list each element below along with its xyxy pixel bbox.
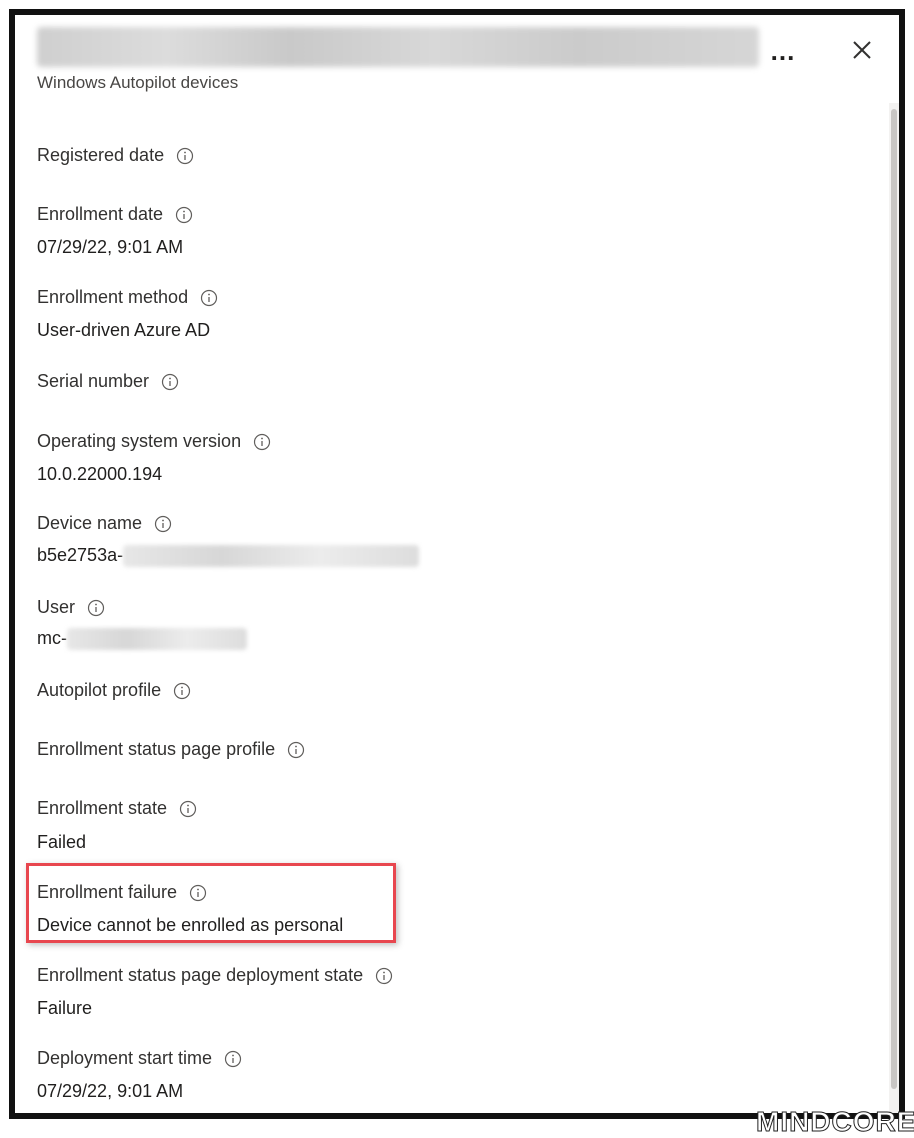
field-label: Enrollment method: [37, 287, 189, 307]
field-value: Failure: [37, 998, 93, 1018]
field-esp-deployment-state: Enrollment status page deployment state: [37, 965, 393, 986]
field-label: Serial number: [37, 371, 150, 391]
field-label: User: [37, 597, 76, 617]
field-value: 07/29/22, 9:01 AM: [37, 1081, 184, 1101]
info-icon[interactable]: [87, 599, 105, 617]
info-icon[interactable]: [200, 289, 218, 307]
field-value: User-driven Azure AD: [37, 320, 211, 340]
redacted-text: [67, 628, 247, 651]
info-icon[interactable]: [179, 800, 197, 818]
field-enrollment-date: Enrollment date: [37, 204, 193, 225]
field-registered-date: Registered date: [37, 145, 194, 166]
info-icon[interactable]: [375, 967, 393, 985]
info-icon[interactable]: [175, 206, 193, 224]
field-label: Autopilot profile: [37, 680, 162, 700]
field-value: 10.0.22000.194: [37, 464, 163, 484]
details-panel: ... Windows Autopilot devices Registered…: [9, 9, 905, 1119]
device-name-visible: b5e2753a-: [37, 545, 124, 565]
field-os-version: Operating system version: [37, 431, 271, 452]
info-icon[interactable]: [161, 373, 179, 391]
info-icon[interactable]: [154, 515, 172, 533]
info-icon[interactable]: [224, 1050, 242, 1068]
field-label: Enrollment date: [37, 204, 164, 224]
user-visible: mc-: [37, 628, 67, 648]
device-properties: Registered date Enrollment date 07/29/22…: [15, 15, 887, 1113]
field-autopilot-profile: Autopilot profile: [37, 680, 191, 701]
info-icon[interactable]: [176, 147, 194, 165]
info-icon[interactable]: [287, 741, 305, 759]
field-label: Enrollment status page profile: [37, 739, 276, 759]
field-label: Device name: [37, 513, 143, 533]
field-label: Enrollment status page deployment state: [37, 965, 364, 985]
field-value: Device cannot be enrolled as personal: [37, 915, 344, 935]
field-enrollment-state: Enrollment state: [37, 798, 197, 819]
scrollbar-thumb[interactable]: [891, 109, 897, 1089]
field-value: 07/29/22, 9:01 AM: [37, 237, 184, 257]
field-label: Deployment start time: [37, 1048, 213, 1068]
field-esp-profile: Enrollment status page profile: [37, 739, 305, 760]
field-label: Operating system version: [37, 431, 242, 451]
info-icon[interactable]: [189, 884, 207, 902]
field-value: b5e2753a-: [37, 545, 420, 568]
field-label: Enrollment state: [37, 798, 168, 818]
field-value: mc-: [37, 628, 247, 651]
field-serial-number: Serial number: [37, 371, 179, 392]
field-user: User: [37, 597, 105, 618]
vertical-scrollbar[interactable]: [889, 103, 899, 1113]
field-label: Registered date: [37, 145, 165, 165]
field-label: Enrollment failure: [37, 882, 178, 902]
field-enrollment-failure: Enrollment failure: [37, 882, 207, 903]
redacted-text: [123, 545, 420, 568]
field-value: Failed: [37, 832, 87, 852]
field-enrollment-method: Enrollment method: [37, 287, 218, 308]
info-icon[interactable]: [173, 682, 191, 700]
field-deployment-start-time: Deployment start time: [37, 1048, 242, 1069]
watermark: MINDCORE: [755, 1106, 914, 1138]
info-icon[interactable]: [253, 433, 271, 451]
field-device-name: Device name: [37, 513, 172, 534]
